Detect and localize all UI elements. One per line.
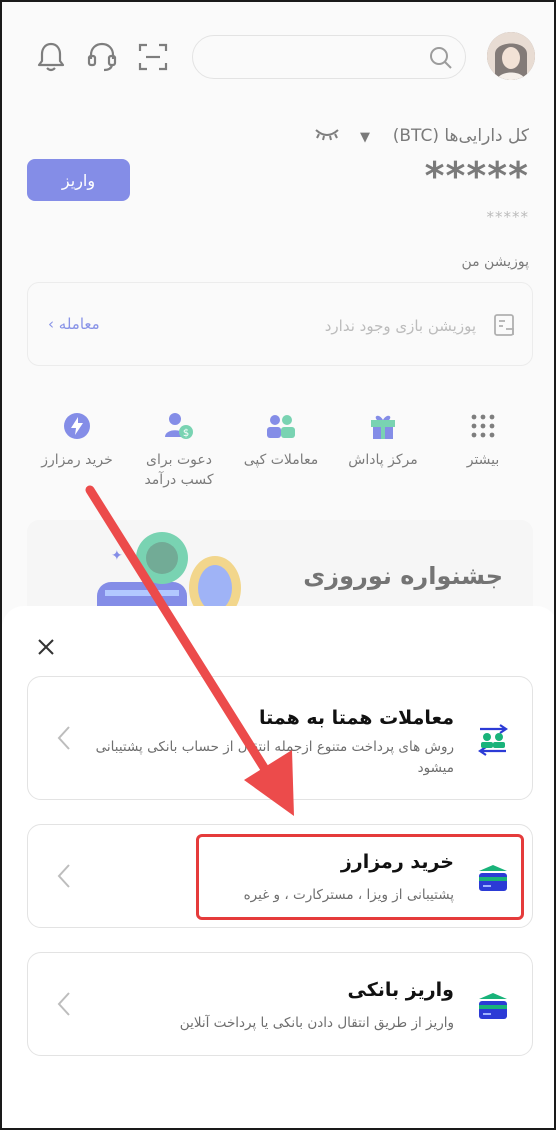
annotation-arrow bbox=[85, 485, 294, 816]
app-frame: کل دارایی‌ها (BTC) ▼ واریز ***** ***** پ… bbox=[0, 0, 556, 1130]
